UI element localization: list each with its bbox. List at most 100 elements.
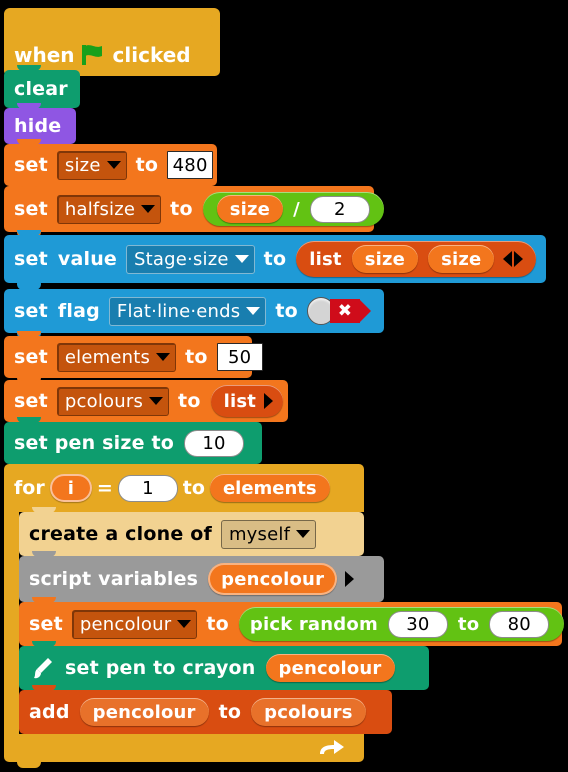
pick-random-to-input[interactable]: 80 [489,610,550,638]
block-hide-label: hide [14,115,62,137]
right-arrow-icon[interactable] [345,571,355,587]
block-set-pen-size[interactable]: set pen size to 10 [4,417,262,470]
script-variable-pencolour[interactable]: pencolour [208,563,338,595]
to-keyword: to [457,613,480,635]
chevron-down-icon [149,397,164,405]
variable-dropdown-halfsize[interactable]: halfsize [56,194,162,224]
for-loop-header[interactable]: for i = 1 to elements [4,464,364,512]
variable-dropdown-size[interactable]: size [56,150,127,180]
attribute-dropdown-stage-size[interactable]: Stage·size [126,244,255,274]
block-for-loop[interactable]: for i = 1 to elements create a clone of … [4,464,565,768]
block-script-variables[interactable]: script variables pencolour [19,551,384,608]
to-keyword: to [263,248,287,270]
value-keyword: value [57,248,118,270]
pick-random-label: pick random [249,613,378,635]
loop-index-variable[interactable]: i [49,474,92,502]
loop-start-input[interactable]: 1 [117,474,178,502]
boolean-toggle-switch[interactable]: ✖ [306,297,371,325]
loop-index-variable-label: i [67,477,74,499]
hat-label-when: when [14,43,75,67]
attribute-dropdown-stage-size-value: Stage·size [134,248,229,270]
value-input-elements[interactable]: 50 [216,343,263,371]
flag-dropdown-flat-line-ends[interactable]: Flat·line·ends [108,296,267,326]
add-item-variable-pencolour[interactable]: pencolour [79,698,209,726]
right-arrow-icon [514,251,524,267]
list-arity-arrows[interactable] [503,251,524,267]
to-keyword: to [206,613,229,635]
block-add-to-list[interactable]: add pencolour to pcolours [19,685,392,740]
clone-target-dropdown[interactable]: myself [220,519,317,549]
to-keyword: to [135,154,159,176]
toggle-false-marker: ✖ [329,299,371,323]
variable-reporter-size[interactable]: size [216,195,284,223]
set-keyword: set [14,346,48,368]
chevron-down-icon [177,620,192,628]
division-symbol: / [293,198,300,220]
variable-dropdown-pcolours[interactable]: pcolours [56,386,170,416]
script-variables-label: script variables [29,568,199,590]
variable-reporter-size-1[interactable]: size [351,245,419,273]
left-arrow-icon [503,251,513,267]
variable-dropdown-pencolour-value: pencolour [79,613,172,635]
list-keyword: list [223,390,257,412]
value-input-size[interactable]: 480 [167,151,214,179]
block-set-flag-flat-line-ends[interactable]: set flag Flat·line·ends to ✖ [4,284,384,339]
variable-dropdown-elements-value: elements [64,346,151,368]
to-keyword: to [185,346,208,368]
pen-size-input[interactable]: 10 [184,429,245,457]
equals-sign: = [96,477,113,499]
variable-dropdown-size-value: size [64,154,101,176]
division-right-input[interactable]: 2 [309,195,370,223]
block-set-value-stage-size[interactable]: set value Stage·size to list size size [4,230,546,289]
reporter-list-constructor[interactable]: list size size [296,241,537,277]
reporter-division[interactable]: size / 2 [202,192,384,226]
block-set-pen-to-crayon[interactable]: set pen to crayon pencolour [19,641,429,696]
to-keyword: to [178,390,201,412]
chevron-down-icon [106,161,121,169]
loop-end-variable-elements[interactable]: elements [209,474,330,502]
set-pen-crayon-label: set pen to crayon [65,657,256,679]
green-flag-icon [81,44,107,66]
flag-dropdown-flat-line-ends-value: Flat·line·ends [116,300,241,322]
variable-dropdown-halfsize-value: halfsize [64,198,136,220]
block-create-clone[interactable]: create a clone of myself [19,507,364,562]
reporter-pick-random[interactable]: pick random 30 to 80 [238,607,565,641]
block-clear[interactable]: clear [4,65,80,114]
close-icon: ✖ [337,300,353,321]
for-loop-body: create a clone of myself script variable… [19,507,565,740]
crayon-variable-pencolour[interactable]: pencolour [265,654,395,682]
set-keyword: set [14,154,48,176]
flag-keyword: flag [57,300,100,322]
variable-reporter-size-2[interactable]: size [428,245,495,273]
block-set-elements[interactable]: set elements to 50 [4,331,263,384]
set-keyword: set [14,390,48,412]
set-pen-size-label: set pen size to [14,432,175,454]
chevron-down-icon [156,353,171,361]
block-clear-label: clear [14,78,68,100]
chevron-down-icon [246,307,261,315]
hat-label-clicked: clicked [112,43,191,67]
right-arrow-icon[interactable] [264,393,274,409]
block-set-size[interactable]: set size to 480 [4,139,217,192]
to-keyword: to [218,701,242,723]
to-keyword: to [182,477,205,499]
chevron-down-icon [141,205,156,213]
target-list-variable-pcolours[interactable]: pcolours [251,698,366,726]
block-set-pcolours[interactable]: set pcolours to list [4,375,288,428]
block-set-halfsize[interactable]: set halfsize to size / 2 [4,181,384,238]
variable-dropdown-elements[interactable]: elements [56,342,177,372]
for-loop-left-arm [4,512,19,734]
variable-dropdown-pcolours-value: pcolours [64,390,144,412]
paintbrush-icon [30,656,54,680]
block-set-pencolour[interactable]: set pencolour to pick random 30 to 80 [19,597,565,652]
pick-random-from-input[interactable]: 30 [387,610,448,638]
chevron-down-icon [296,530,311,538]
clone-target-dropdown-value: myself [228,523,291,545]
variable-dropdown-pencolour[interactable]: pencolour [71,609,198,639]
create-clone-label: create a clone of [29,523,212,545]
reporter-empty-list[interactable]: list [210,385,284,417]
for-keyword: for [14,477,45,499]
snap-script-canvas: when clicked clear hide set size to 480 … [0,0,568,772]
set-keyword: set [14,248,48,270]
chevron-down-icon [234,255,249,263]
